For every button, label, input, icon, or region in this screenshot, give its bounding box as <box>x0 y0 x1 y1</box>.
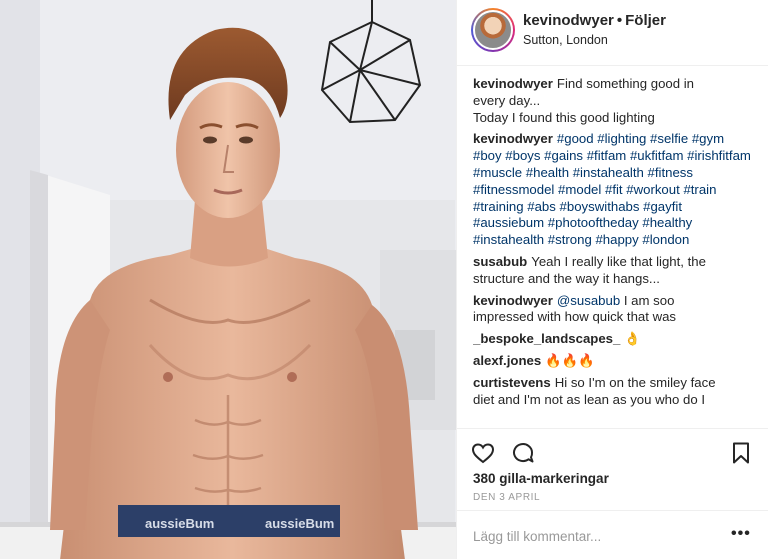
hashtag-link[interactable]: #boys <box>505 148 540 163</box>
hashtag-link[interactable]: #fitfam <box>587 148 627 163</box>
hashtag-link[interactable]: #fitness <box>648 165 693 180</box>
comment: kevinodwyer Find something good in every … <box>473 76 694 125</box>
post-sidebar: kevinodwyer • Följer Sutton, London kevino… <box>456 0 768 559</box>
comment: _bespoke_landscapes_ 👌 <box>473 331 641 347</box>
hashtag-link[interactable]: #irishfitfam <box>687 148 751 163</box>
svg-text:aussieBum: aussieBum <box>265 516 334 531</box>
hashtag-link[interactable]: #aussiebum <box>473 215 544 230</box>
hashtag-link[interactable]: #london <box>642 232 689 247</box>
mention-link[interactable]: @susabub <box>557 293 620 308</box>
comments-list[interactable]: kevinodwyer Find something good in every … <box>473 76 755 426</box>
waistband-text: aussieBum <box>145 516 214 531</box>
add-comment-bar: ••• <box>457 510 768 559</box>
hashtag-link[interactable]: #model <box>558 182 601 197</box>
post-header: kevinodwyer • Följer Sutton, London <box>457 0 768 66</box>
comment-username[interactable]: kevinodwyer <box>473 76 553 91</box>
photo-illustration: aussieBum aussieBum <box>0 0 456 559</box>
hashtag-link[interactable]: #gym <box>692 131 724 146</box>
hashtag-link[interactable]: #photooftheday <box>548 215 639 230</box>
action-bar <box>457 428 768 468</box>
hashtag-link[interactable]: #boyswithabs <box>560 199 640 214</box>
hashtag-link[interactable]: #ukfitfam <box>630 148 684 163</box>
more-options-icon[interactable]: ••• <box>731 525 751 543</box>
post-photo[interactable]: aussieBum aussieBum <box>0 0 456 559</box>
hashtag-link[interactable]: #instahealth <box>473 232 544 247</box>
comment-username[interactable]: kevinodwyer <box>473 293 553 308</box>
comment-username[interactable]: _bespoke_landscapes_ <box>473 331 620 346</box>
comment: kevinodwyer #good #lighting #selfie #gym … <box>473 131 755 249</box>
hashtag-link[interactable]: #selfie <box>650 131 688 146</box>
hashtag-link[interactable]: #boy <box>473 148 502 163</box>
hashtag-link[interactable]: #good <box>557 131 594 146</box>
location-link[interactable]: Sutton, London <box>523 33 608 47</box>
hashtag-link[interactable]: #abs <box>527 199 556 214</box>
hashtag-link[interactable]: #healthy <box>642 215 692 230</box>
comment: alexf.jones 🔥🔥🔥 <box>473 352 595 368</box>
hashtag-link[interactable]: #gains <box>544 148 583 163</box>
comment-username[interactable]: curtistevens <box>473 375 551 390</box>
avatar[interactable] <box>471 8 515 52</box>
comment: curtistevens Hi so I'm on the smiley face… <box>473 374 716 407</box>
hashtag-link[interactable]: #instahealth <box>573 165 644 180</box>
comment-username[interactable]: alexf.jones <box>473 353 541 368</box>
hashtag-link[interactable]: #train <box>683 182 716 197</box>
hashtag-link[interactable]: #training <box>473 199 524 214</box>
comment-icon[interactable] <box>511 441 535 465</box>
comment: susabub Yeah I really like that light, th… <box>473 253 706 286</box>
hashtag-list: #good #lighting #selfie #gym #boy #boys … <box>473 131 751 247</box>
hashtag-link[interactable]: #fitnessmodel <box>473 182 554 197</box>
hashtag-link[interactable]: #health <box>526 165 569 180</box>
comment: kevinodwyer @susabub I am soo impressed w… <box>473 292 677 325</box>
username-link[interactable]: kevinodwyer <box>523 12 614 29</box>
likes-count[interactable]: 380 gilla-markeringar <box>473 471 609 486</box>
hashtag-link[interactable]: #muscle <box>473 165 522 180</box>
hashtag-link[interactable]: #fit <box>605 182 623 197</box>
hashtag-link[interactable]: #gayfit <box>643 199 682 214</box>
hashtag-link[interactable]: #happy <box>595 232 638 247</box>
comment-username[interactable]: susabub <box>473 254 527 269</box>
hashtag-link[interactable]: #workout <box>626 182 680 197</box>
bookmark-icon[interactable] <box>729 441 753 465</box>
comment-username[interactable]: kevinodwyer <box>473 131 553 146</box>
hashtag-link[interactable]: #lighting <box>597 131 646 146</box>
follow-button[interactable]: Följer <box>625 12 666 29</box>
post-date[interactable]: DEN 3 APRIL <box>473 492 540 503</box>
hashtag-link[interactable]: #strong <box>548 232 592 247</box>
heart-icon[interactable] <box>471 441 495 465</box>
user-line: kevinodwyer • Följer <box>523 12 666 29</box>
comment-input[interactable] <box>473 525 713 547</box>
